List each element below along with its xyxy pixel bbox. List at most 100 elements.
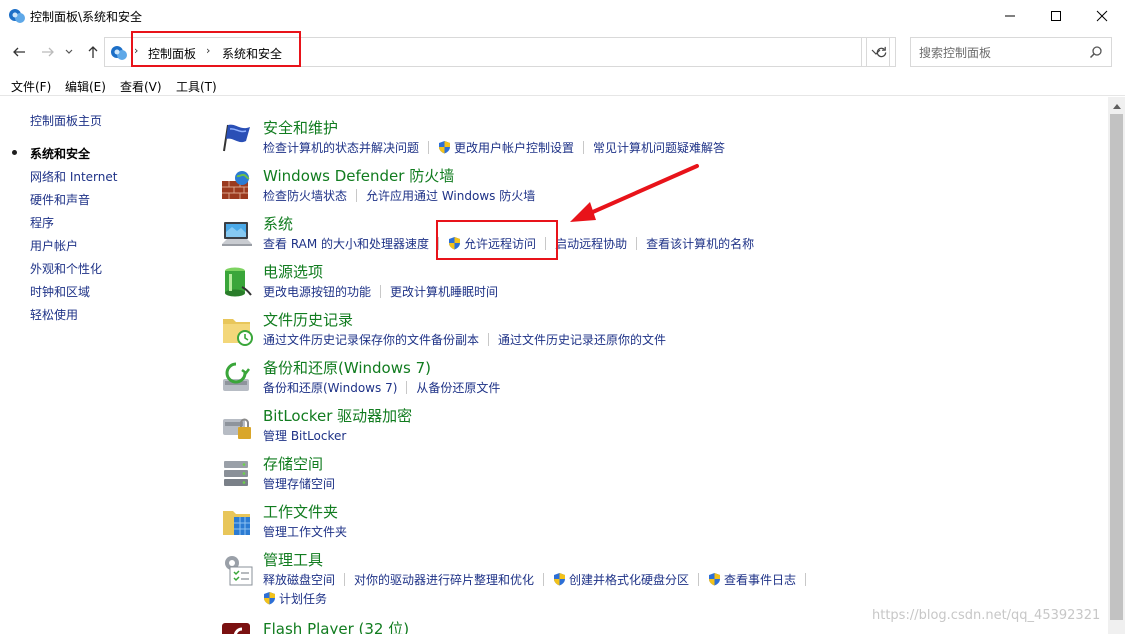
sidebar-item-ease-of-access[interactable]: 轻松使用 bbox=[30, 306, 78, 323]
admin-tools-icon bbox=[225, 556, 253, 586]
link-uac-settings[interactable]: 更改用户帐户控制设置 bbox=[454, 139, 574, 156]
control-panel-icon bbox=[9, 9, 25, 23]
highlight-box-address bbox=[131, 31, 301, 67]
link-schedule-tasks[interactable]: 计划任务 bbox=[279, 590, 327, 607]
category-title[interactable]: 文件历史记录 bbox=[263, 309, 353, 330]
sidebar-item-system-security[interactable]: 系统和安全 bbox=[30, 145, 90, 162]
link-sleep-time[interactable]: 更改计算机睡眠时间 bbox=[390, 283, 498, 300]
computer-icon bbox=[222, 222, 252, 246]
category-links-second-row: 计划任务 bbox=[263, 590, 327, 607]
scroll-up-button[interactable] bbox=[1108, 97, 1125, 114]
scrollbar-thumb[interactable] bbox=[1110, 114, 1123, 620]
category-title[interactable]: 管理工具 bbox=[263, 549, 323, 570]
link-divider bbox=[805, 573, 807, 586]
link-disk-cleanup[interactable]: 释放磁盘空间 bbox=[263, 571, 335, 588]
link-manage-storage-spaces[interactable]: 管理存储空间 bbox=[263, 475, 335, 492]
work-folders-icon bbox=[223, 511, 250, 535]
category-links: 管理 BitLocker bbox=[263, 427, 346, 444]
link-divider bbox=[344, 573, 346, 586]
category-links: 管理存储空间 bbox=[263, 475, 335, 492]
link-defragment[interactable]: 对你的驱动器进行碎片整理和优化 bbox=[354, 571, 534, 588]
watermark: https://blog.csdn.net/qq_45392321 bbox=[872, 608, 1101, 623]
link-allow-app-firewall[interactable]: 允许应用通过 Windows 防火墙 bbox=[366, 187, 535, 204]
link-view-ram-cpu[interactable]: 查看 RAM 的大小和处理器速度 bbox=[263, 235, 429, 252]
title-bar: 控制面板\系统和安全 bbox=[0, 0, 1125, 32]
uac-shield-icon bbox=[709, 573, 721, 586]
refresh-button[interactable] bbox=[866, 37, 896, 67]
link-divider bbox=[583, 141, 585, 154]
search-box[interactable] bbox=[910, 37, 1112, 67]
link-remote-assistance[interactable]: 启动远程协助 bbox=[555, 235, 627, 252]
flash-player-icon bbox=[222, 623, 250, 634]
chevron-up-icon bbox=[1112, 103, 1121, 109]
link-manage-bitlocker[interactable]: 管理 BitLocker bbox=[263, 427, 346, 444]
menu-view[interactable]: 查看(V) bbox=[120, 78, 162, 95]
link-create-format-partitions[interactable]: 创建并格式化硬盘分区 bbox=[569, 571, 689, 588]
arrow-left-icon bbox=[13, 47, 25, 57]
link-check-status[interactable]: 检查计算机的状态并解决问题 bbox=[263, 139, 419, 156]
sidebar-item-clock-region[interactable]: 时钟和区域 bbox=[30, 283, 90, 300]
category-links: 释放磁盘空间 对你的驱动器进行碎片整理和优化 创建并格式化硬盘分区 查看事件日志 bbox=[263, 571, 815, 588]
link-backup-copies[interactable]: 通过文件历史记录保存你的文件备份副本 bbox=[263, 331, 479, 348]
link-divider bbox=[356, 189, 358, 202]
flag-icon bbox=[223, 124, 250, 152]
category-title[interactable]: 系统 bbox=[263, 213, 293, 234]
sidebar-item-programs[interactable]: 程序 bbox=[30, 214, 54, 231]
link-restore-from-backup[interactable]: 从备份还原文件 bbox=[416, 379, 500, 396]
category-links: 更改电源按钮的功能 更改计算机睡眠时间 bbox=[263, 283, 498, 300]
category-title[interactable]: 工作文件夹 bbox=[263, 501, 338, 522]
window-title: 控制面板\系统和安全 bbox=[30, 10, 143, 24]
forward-button[interactable] bbox=[37, 41, 59, 63]
link-divider bbox=[428, 141, 430, 154]
sidebar-item-appearance[interactable]: 外观和个性化 bbox=[30, 260, 102, 277]
vertical-scrollbar[interactable] bbox=[1108, 97, 1125, 634]
close-icon bbox=[1096, 10, 1108, 22]
link-troubleshoot[interactable]: 常见计算机问题疑难解答 bbox=[593, 139, 725, 156]
category-title[interactable]: Flash Player (32 位) bbox=[263, 618, 409, 634]
arrow-right-icon bbox=[42, 47, 54, 57]
menu-tools[interactable]: 工具(T) bbox=[176, 78, 217, 95]
category-title[interactable]: 安全和维护 bbox=[263, 117, 338, 138]
recent-locations-button[interactable] bbox=[62, 41, 76, 63]
uac-shield-icon bbox=[264, 592, 275, 605]
sidebar-item-user-accounts[interactable]: 用户帐户 bbox=[30, 237, 78, 254]
sidebar-item-hardware-sound[interactable]: 硬件和声音 bbox=[30, 191, 90, 208]
annotation-arrow-icon bbox=[570, 164, 699, 222]
up-button[interactable] bbox=[82, 41, 104, 63]
back-button[interactable] bbox=[8, 41, 30, 63]
link-divider bbox=[380, 285, 382, 298]
category-links: 检查计算机的状态并解决问题 更改用户帐户控制设置 常见计算机问题疑难解答 bbox=[263, 139, 725, 156]
link-power-buttons[interactable]: 更改电源按钮的功能 bbox=[263, 283, 371, 300]
category-title[interactable]: BitLocker 驱动器加密 bbox=[263, 405, 412, 426]
close-button[interactable] bbox=[1079, 0, 1125, 32]
minimize-button[interactable] bbox=[987, 0, 1033, 32]
menu-file[interactable]: 文件(F) bbox=[11, 78, 51, 95]
link-backup-restore-win7[interactable]: 备份和还原(Windows 7) bbox=[263, 379, 397, 396]
category-title[interactable]: 存储空间 bbox=[263, 453, 323, 474]
category-title[interactable]: Windows Defender 防火墙 bbox=[263, 165, 454, 186]
link-divider bbox=[488, 333, 490, 346]
link-computer-name[interactable]: 查看该计算机的名称 bbox=[646, 235, 754, 252]
link-divider bbox=[636, 237, 638, 250]
chevron-down-icon bbox=[65, 49, 73, 54]
category-title[interactable]: 备份和还原(Windows 7) bbox=[263, 357, 431, 378]
category-links: 检查防火墙状态 允许应用通过 Windows 防火墙 bbox=[263, 187, 535, 204]
link-manage-work-folders[interactable]: 管理工作文件夹 bbox=[263, 523, 347, 540]
link-restore-files[interactable]: 通过文件历史记录还原你的文件 bbox=[498, 331, 666, 348]
link-divider bbox=[406, 381, 408, 394]
search-input[interactable] bbox=[919, 44, 1079, 62]
link-event-logs[interactable]: 查看事件日志 bbox=[724, 571, 796, 588]
sidebar-home-link[interactable]: 控制面板主页 bbox=[30, 112, 102, 129]
link-firewall-status[interactable]: 检查防火墙状态 bbox=[263, 187, 347, 204]
firewall-icon bbox=[222, 171, 250, 199]
maximize-button[interactable] bbox=[1033, 0, 1079, 32]
menu-edit[interactable]: 编辑(E) bbox=[65, 78, 106, 95]
search-icon[interactable] bbox=[1089, 45, 1103, 59]
category-title[interactable]: 电源选项 bbox=[263, 261, 323, 282]
current-page-bullet bbox=[12, 150, 17, 155]
minimize-icon bbox=[1005, 15, 1015, 17]
arrow-up-icon bbox=[88, 46, 98, 58]
uac-shield-icon bbox=[554, 573, 566, 586]
sidebar-item-network[interactable]: 网络和 Internet bbox=[30, 168, 117, 185]
category-links: 通过文件历史记录保存你的文件备份副本 通过文件历史记录还原你的文件 bbox=[263, 331, 666, 348]
